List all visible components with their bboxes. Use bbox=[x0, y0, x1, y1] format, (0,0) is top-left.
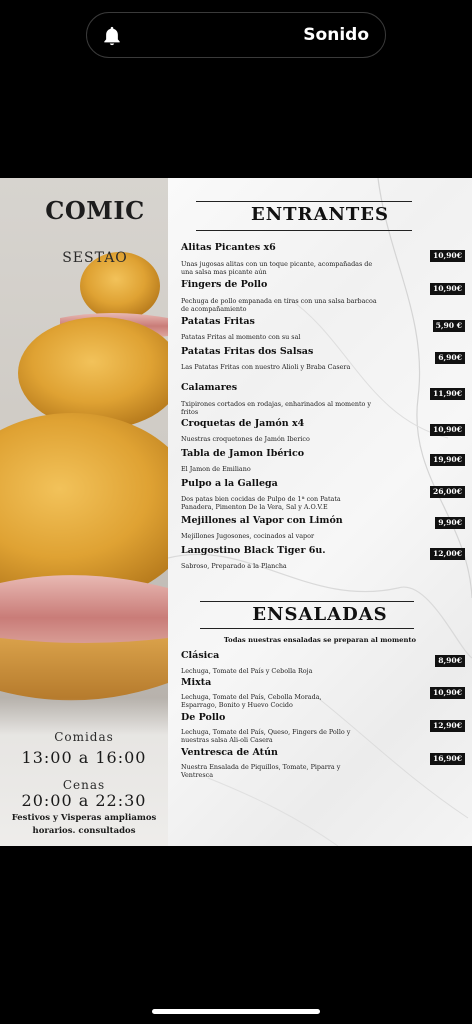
menu-item: Ventresca de Atún Nuestra Ensalada de Pi… bbox=[181, 747, 465, 779]
ensaladas-title: ENSALADAS bbox=[252, 604, 388, 625]
menu-item: Patatas Fritas dos Salsas Las Patatas Fr… bbox=[181, 346, 465, 371]
menu-right-panel: ENTRANTES Alitas Picantes x6 Unas jugosa… bbox=[168, 178, 472, 846]
restaurant-name: COMIC bbox=[45, 196, 145, 225]
hours-note: Festivos y Visperas ampliamos horarios. … bbox=[11, 813, 157, 836]
restaurant-subtitle: SESTAO bbox=[62, 250, 128, 266]
menu-item: Croquetas de Jamón x4 Nuestras croqueton… bbox=[181, 418, 465, 443]
ensaladas-rule-top bbox=[200, 601, 414, 602]
notification-pill[interactable]: Sonido bbox=[86, 12, 386, 58]
menu-item: Alitas Picantes x6 Unas jugosas alitas c… bbox=[181, 242, 465, 276]
dinner-label: Cenas bbox=[62, 778, 106, 792]
menu-item: Tabla de Jamon Ibérico El Jamon de Emili… bbox=[181, 448, 465, 473]
bell-icon bbox=[104, 26, 120, 46]
menu-item: Mixta Lechuga, Tomate del País, Cebolla … bbox=[181, 677, 465, 709]
entrantes-title: ENTRANTES bbox=[250, 204, 390, 225]
menu-item: Mejillones al Vapor con Limón Mejillones… bbox=[181, 515, 465, 540]
ensaladas-note: Todas nuestras ensaladas se preparan al … bbox=[223, 636, 417, 644]
menu-image: COMIC SESTAO Comidas 13:00 a 16:00 Cenas… bbox=[0, 178, 472, 846]
menu-left-panel: COMIC SESTAO Comidas 13:00 a 16:00 Cenas… bbox=[0, 178, 168, 846]
home-indicator[interactable] bbox=[152, 1009, 320, 1014]
dinner-time: 20:00 a 22:30 bbox=[21, 791, 147, 810]
entrantes-rule-top bbox=[196, 201, 412, 202]
sound-label: Sonido bbox=[303, 25, 369, 45]
menu-item: Fingers de Pollo Pechuga de pollo empana… bbox=[181, 279, 465, 313]
lunch-label: Comidas bbox=[54, 730, 114, 744]
lunch-time: 13:00 a 16:00 bbox=[21, 748, 147, 767]
menu-item: Patatas Fritas Patatas Fritas al momento… bbox=[181, 316, 465, 341]
menu-item: Clásica Lechuga, Tomate del País y Cebol… bbox=[181, 650, 465, 675]
entrantes-rule-bottom bbox=[196, 230, 412, 231]
menu-item: Langostino Black Tiger 6u. Sabroso, Prep… bbox=[181, 545, 465, 570]
menu-item: De Pollo Lechuga, Tomate del País, Queso… bbox=[181, 712, 465, 744]
ensaladas-rule-bottom bbox=[200, 628, 414, 629]
menu-item: Calamares Txipirones cortados en rodajas… bbox=[181, 382, 465, 416]
menu-item: Pulpo a la Gallega Dos patas bien cocida… bbox=[181, 478, 465, 511]
